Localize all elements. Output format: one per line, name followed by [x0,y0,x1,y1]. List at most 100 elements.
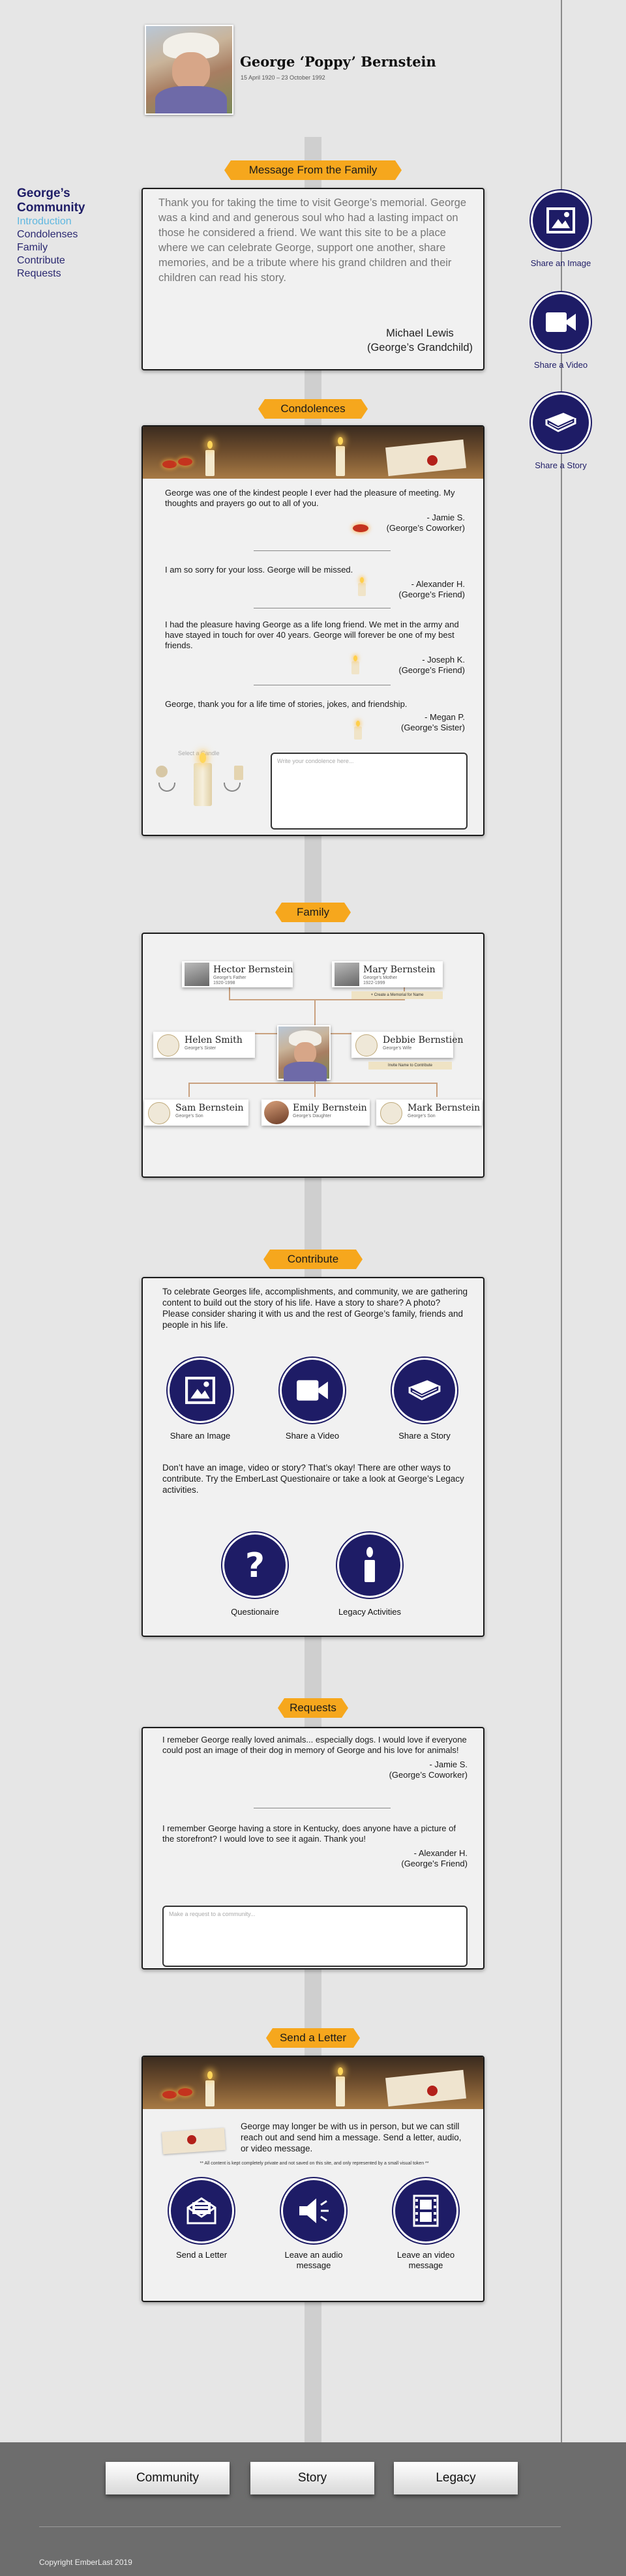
wax-seal-icon [187,2135,196,2144]
community-nav: George’s Community Introduction Condolen… [17,187,108,280]
share-story-button[interactable] [529,391,592,454]
letter-body: George may longer be with us in person, … [241,2121,462,2153]
member-relation: George’s Mother [363,976,398,980]
family-member-debbie[interactable]: Debbie Bernstien George’s Wife [351,1032,464,1058]
member-relation: George’s Sister [185,1046,216,1051]
member-relation: George’s Son [175,1114,203,1118]
footer-community-button[interactable]: Community [106,2462,230,2494]
letter-card: George may longer be with us in person, … [142,2056,484,2302]
candle-option-tealight[interactable] [156,766,168,777]
candle-selected[interactable] [194,763,212,806]
speaker-icon [299,2198,329,2223]
george-photo[interactable] [277,1025,331,1081]
person-placeholder-icon [148,1102,170,1124]
family-member-helen[interactable]: Helen Smith George’s Sister [153,1032,255,1058]
film-strip-icon [413,2194,439,2227]
image-icon [546,207,575,233]
legacy-activities-button[interactable] [336,1531,404,1599]
request-input-placeholder: Make a request to a community... [169,1911,256,1917]
candle-banner-image [143,427,483,479]
memorial-dates: 15 April 1920 – 23 October 1992 [241,74,325,81]
legacy-activities-label: Legacy Activities [338,1607,402,1617]
share-video-label: Share a Video [533,360,588,370]
contribute-share-image-label: Share an Image [170,1431,231,1441]
member-years: 1922-1999 [363,981,385,985]
condolence-name: - Megan P. [425,712,465,722]
candle-icon [365,1547,375,1582]
request-input[interactable]: Make a request to a community... [162,1906,468,1967]
member-years: 1920-1998 [213,981,235,985]
questionaire-button[interactable]: ? [221,1531,289,1599]
share-video-button[interactable] [529,291,592,353]
member-name: Helen Smith [185,1035,243,1045]
request-text: I remeber George really loved animals...… [162,1735,467,1755]
contribute-more-text: Don’t have an image, video or story? Tha… [162,1463,464,1495]
leave-audio-button[interactable] [280,2177,348,2245]
condolence-input[interactable]: Write your condolence here... [271,753,468,830]
contribute-share-story-button[interactable] [391,1356,458,1424]
condolence-text: George, thank you for a life time of sto… [165,699,408,709]
family-member-sam[interactable]: Sam Bernstein George’s Son [144,1100,248,1126]
contribute-share-video-button[interactable] [278,1356,346,1424]
share-story-label: Share a Story [535,460,587,470]
member-photo [264,1101,289,1124]
share-image-sidebar[interactable]: Share an Image [527,189,595,268]
nav-item-introduction[interactable]: Introduction [17,215,108,228]
create-memorial-link[interactable]: + Create a Memorial for Name [351,991,443,999]
nav-item-family[interactable]: Family [17,241,108,254]
send-letter-label: Send a Letter [175,2250,228,2260]
person-placeholder-icon [380,1102,402,1124]
image-icon [185,1377,215,1404]
video-camera-icon [297,1380,328,1401]
candle-flame-icon [200,753,206,763]
member-relation: George’s Wife [383,1046,412,1051]
rotate-right-arrow-icon[interactable] [224,783,241,792]
family-member-mark[interactable]: Mark Bernstein George’s Son [376,1100,482,1126]
share-image-button[interactable] [529,189,592,252]
condolence-text: I had the pleasure having George as a li… [165,620,459,650]
question-mark-icon: ? [245,1547,265,1583]
share-video-sidebar[interactable]: Share a Video [527,291,595,370]
member-name: Emily Bernstein [293,1103,367,1113]
share-story-sidebar[interactable]: Share a Story [527,391,595,470]
family-member-mary[interactable]: Mary Bernstein George’s Mother 1922-1999 [332,961,443,987]
person-placeholder-icon [157,1034,179,1056]
memorial-name: George ‘Poppy’ Bernstein [240,53,436,70]
condolence-input-placeholder: Write your condolence here... [277,758,354,764]
contribute-share-video-label: Share a Video [285,1431,340,1441]
condolence-name: - Joseph K. [422,655,465,665]
footer-legacy-button[interactable]: Legacy [394,2462,518,2494]
contribute-share-image-button[interactable] [166,1356,234,1424]
leave-audio-label: Leave an audio message [284,2250,343,2270]
nav-item-requests[interactable]: Requests [17,267,108,280]
person-placeholder-icon [355,1034,378,1056]
leave-video-button[interactable] [392,2177,460,2245]
letter-section-tag: Send a Letter [266,2028,360,2048]
contribute-card: To celebrate Georges life, accomplishmen… [142,1277,484,1637]
invite-contribute-link[interactable]: Invite Name to Contribute [368,1062,452,1070]
memorial-header: George ‘Poppy’ Bernstein 15 April 1920 –… [145,25,484,116]
family-member-hector[interactable]: Hector Bernstein George’s Father 1920-19… [182,961,293,987]
nav-title: George’s Community [17,187,85,215]
message-body: Thank you for taking the time to visit G… [158,197,466,284]
leave-video-label: Leave an video message [396,2250,455,2270]
request-relation: (George’s Coworker) [389,1770,468,1780]
questionaire-label: Questionaire [231,1607,279,1617]
footer-story-button[interactable]: Story [250,2462,374,2494]
condolence-relation: (George’s Coworker) [386,523,465,533]
rotate-left-arrow-icon[interactable] [158,783,175,792]
condolence-candle-token [353,524,368,532]
condolence-relation: (George’s Friend) [398,665,465,675]
send-letter-button[interactable] [168,2177,235,2245]
member-photo [185,963,209,986]
nav-item-contribute[interactable]: Contribute [17,254,108,267]
request-relation: (George’s Friend) [401,1859,468,1868]
copyright-text: Copyright EmberLast 2019 [39,2558,132,2567]
candle-option-small[interactable] [234,766,243,780]
condolences-card: George was one of the kindest people I e… [142,425,484,836]
message-author-relation: (George’s Grandchild) [366,342,473,353]
family-member-emily[interactable]: Emily Bernstein George’s Daughter [261,1100,370,1126]
family-tree-card: Hector Bernstein George’s Father 1920-19… [142,933,484,1178]
nav-item-condolences[interactable]: Condolenses [17,228,108,241]
share-image-label: Share an Image [530,258,591,268]
